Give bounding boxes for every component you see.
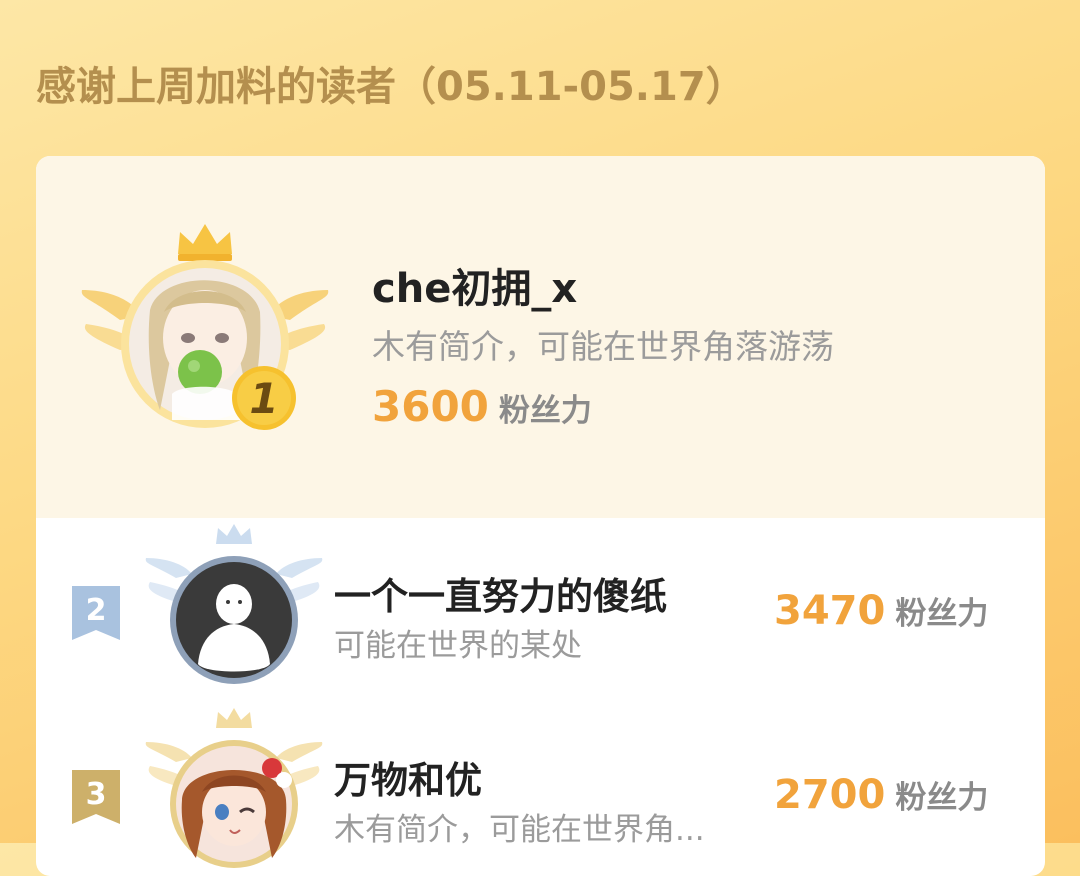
crown-icon bbox=[178, 224, 232, 261]
rank-3-score: 2700 粉丝力 bbox=[774, 772, 988, 818]
rank-1-number: 1 bbox=[249, 374, 278, 423]
rank-3-badge-icon: 3 bbox=[72, 770, 120, 824]
leaderboard-row-2[interactable]: 2 一个一直努力的傻纸 可能在世界的某处 3470 粉丝力 bbox=[36, 518, 1045, 698]
rank-2-avatar-emblem[interactable] bbox=[144, 524, 324, 684]
rank-3-score-unit: 粉丝力 bbox=[895, 780, 989, 816]
first-place-name[interactable]: che初拥_x bbox=[372, 256, 577, 314]
rank-2-score-unit: 粉丝力 bbox=[895, 596, 989, 632]
rank-2-score: 3470 粉丝力 bbox=[774, 588, 988, 634]
first-place-avatar-emblem[interactable]: 1 bbox=[80, 220, 330, 460]
first-place-score-value: 3600 bbox=[372, 382, 489, 431]
first-place-score-unit: 粉丝力 bbox=[498, 393, 592, 429]
rank-2-badge-icon: 2 bbox=[72, 586, 120, 640]
rank-3-bio: 木有简介，可能在世界角... bbox=[334, 812, 705, 848]
rank-2-score-value: 3470 bbox=[774, 588, 886, 634]
first-place-score: 3600 粉丝力 bbox=[372, 382, 592, 431]
rank-2-bio: 可能在世界的某处 bbox=[334, 628, 582, 664]
first-place-section[interactable]: 1 che初拥_x 木有简介，可能在世界角落游荡 3600 粉丝力 bbox=[36, 156, 1045, 518]
rank-3-number: 3 bbox=[86, 777, 107, 812]
rank-3-name[interactable]: 万物和优 bbox=[334, 750, 482, 804]
rank-3-avatar-emblem[interactable] bbox=[144, 708, 324, 868]
default-avatar-icon bbox=[176, 562, 292, 678]
rank-3-score-value: 2700 bbox=[774, 772, 886, 818]
crown-icon bbox=[216, 524, 252, 544]
rank-2-name[interactable]: 一个一直努力的傻纸 bbox=[334, 566, 667, 620]
avatar bbox=[176, 746, 292, 862]
crown-icon bbox=[216, 708, 252, 728]
rank-2-number: 2 bbox=[86, 593, 107, 628]
leaderboard-row-3[interactable]: 3 万物和优 木有简介，可能在世界角... 2700 粉丝力 bbox=[36, 698, 1045, 876]
page-title: 感谢上周加料的读者（05.11-05.17） bbox=[36, 64, 746, 110]
leaderboard-card: 1 che初拥_x 木有简介，可能在世界角落游荡 3600 粉丝力 2 一个一直… bbox=[36, 156, 1045, 876]
first-place-bio: 木有简介，可能在世界角落游荡 bbox=[372, 327, 834, 366]
